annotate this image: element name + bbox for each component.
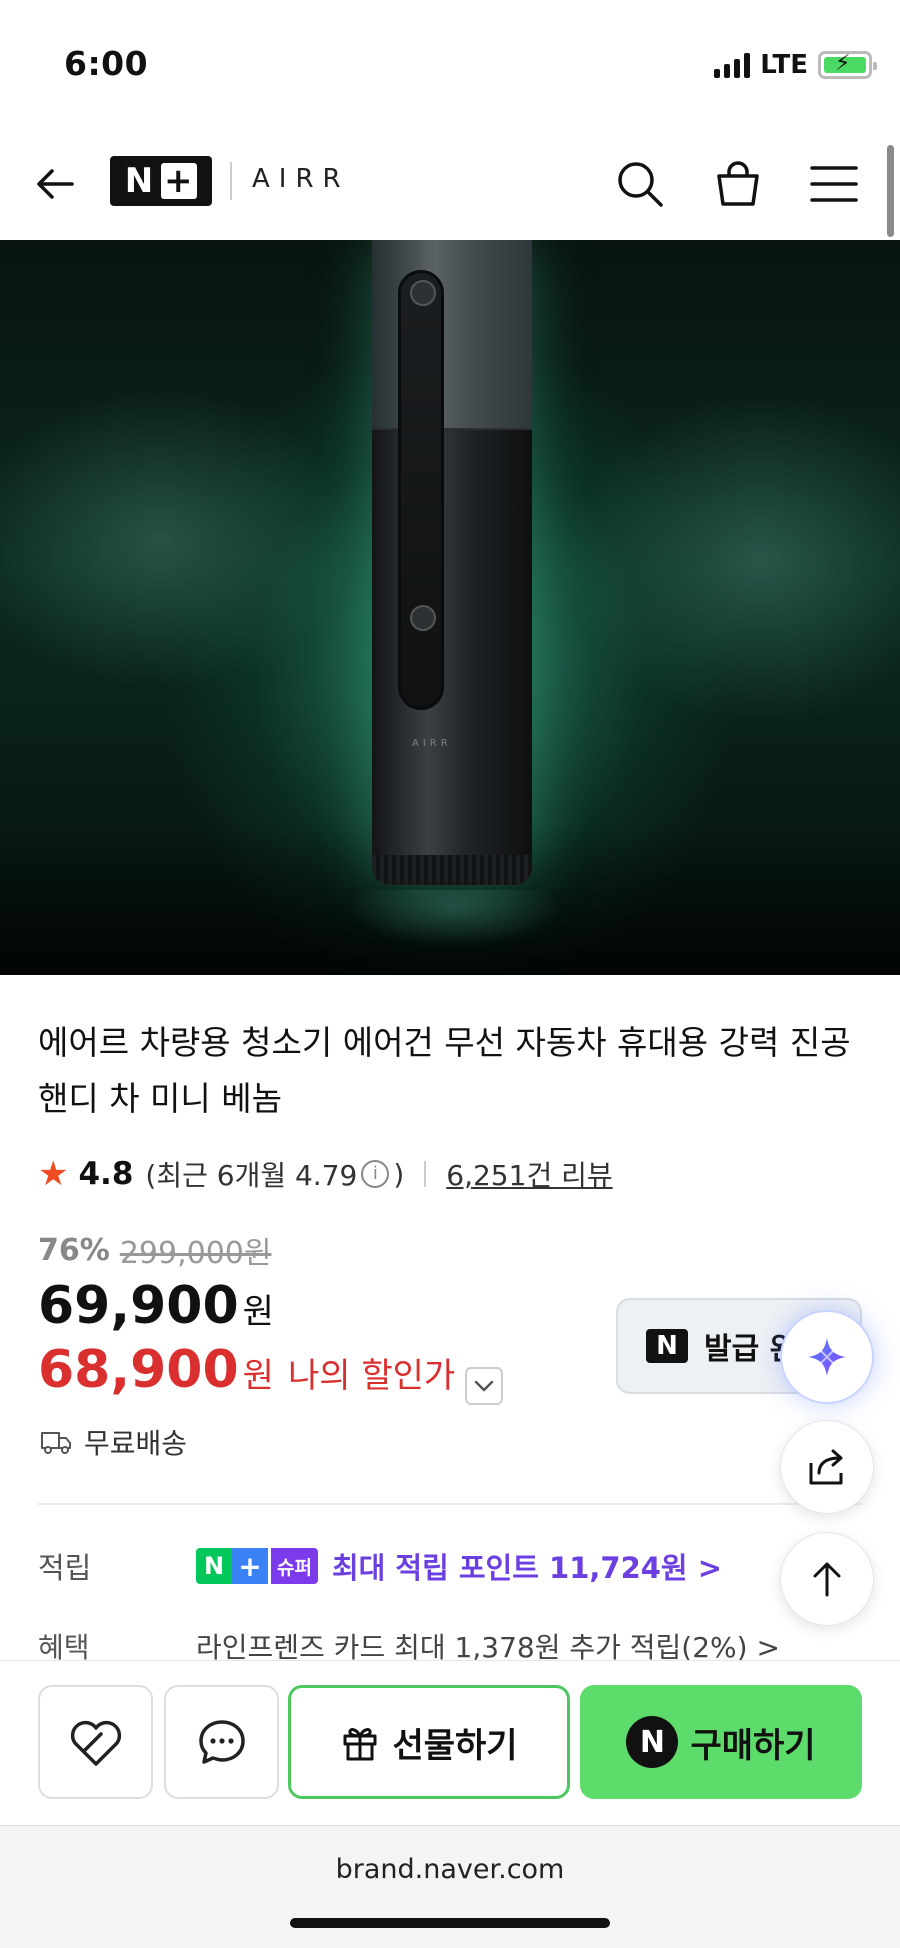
browser-url-bar[interactable]: brand.naver.com bbox=[0, 1825, 900, 1948]
share-icon bbox=[809, 1449, 843, 1485]
arrow-left-icon bbox=[37, 169, 74, 199]
my-discount-price-unit: 원 bbox=[242, 1356, 274, 1396]
top-nav: N+ N+ AIRR bbox=[0, 130, 900, 240]
discount-row: 76% 299,000원 bbox=[38, 1228, 271, 1272]
shopping-bag-icon bbox=[717, 161, 759, 206]
arrow-up-icon bbox=[813, 1562, 841, 1597]
naver-n-icon: N bbox=[646, 1329, 688, 1363]
max-points-link[interactable]: 최대 적립 포인트 11,724원 > bbox=[332, 1545, 722, 1587]
buy-button[interactable]: N 구매하기 bbox=[580, 1685, 862, 1799]
cart-button[interactable] bbox=[712, 158, 764, 210]
chat-bubble-icon bbox=[198, 1720, 245, 1764]
shipping-row: 무료배송 bbox=[40, 1422, 187, 1462]
product-photo: AIRR bbox=[372, 240, 532, 885]
cellular-signal-icon bbox=[714, 52, 751, 78]
shipping-text: 무료배송 bbox=[84, 1427, 188, 1460]
back-button[interactable] bbox=[32, 160, 80, 208]
buy-button-label: 구매하기 bbox=[690, 1725, 816, 1766]
my-discount-price: 68,900 bbox=[38, 1340, 239, 1400]
logo-divider bbox=[230, 162, 232, 200]
original-price: 299,000원 bbox=[119, 1236, 272, 1271]
info-icon[interactable]: i bbox=[361, 1160, 390, 1188]
naver-plus-logo[interactable]: N+ N+ bbox=[110, 156, 212, 206]
sale-price-unit: 원 bbox=[242, 1292, 274, 1332]
naver-plus-plus-badge: + bbox=[232, 1548, 268, 1584]
talk-chat-button[interactable] bbox=[164, 1685, 279, 1799]
bottom-action-bar: 선물하기 N 구매하기 bbox=[0, 1660, 900, 1825]
network-type: LTE bbox=[760, 50, 808, 80]
expand-price-button[interactable] bbox=[465, 1367, 504, 1405]
share-button[interactable] bbox=[780, 1420, 874, 1514]
gift-button[interactable]: 선물하기 bbox=[288, 1685, 570, 1799]
recent-rating-text: (최근 6개월 4.79 bbox=[145, 1159, 358, 1192]
discount-percent: 76% bbox=[38, 1232, 110, 1268]
status-indicators: LTE ⚡ bbox=[714, 50, 877, 80]
my-discount-price-row[interactable]: 68,900 원 나의 할인가 bbox=[38, 1340, 504, 1405]
ai-sparkle-icon bbox=[808, 1338, 846, 1376]
product-engraved-logo: AIRR bbox=[412, 738, 452, 749]
rating-row: ★ 4.8 (최근 6개월 4.79 i ) 6,251건 리뷰 bbox=[38, 1154, 613, 1194]
search-button[interactable] bbox=[614, 158, 666, 210]
naver-plus-n-badge: N bbox=[196, 1548, 232, 1584]
price-row: 69,900 원 bbox=[38, 1276, 274, 1336]
home-indicator[interactable] bbox=[290, 1918, 610, 1928]
gift-button-label: 선물하기 bbox=[392, 1725, 518, 1766]
rating-value: 4.8 bbox=[78, 1156, 134, 1192]
section-divider bbox=[38, 1503, 862, 1505]
status-bar: 6:00 LTE ⚡ bbox=[0, 0, 900, 130]
product-image-carousel[interactable]: AIRR 2 / 12 bbox=[0, 240, 900, 975]
scroll-indicator[interactable] bbox=[887, 145, 894, 237]
ai-assistant-button[interactable] bbox=[780, 1310, 874, 1404]
search-icon bbox=[618, 162, 663, 207]
battery-charging-icon: ⚡ bbox=[818, 51, 877, 79]
chevron-down-icon bbox=[474, 1380, 494, 1392]
benefit-label: 혜택 bbox=[38, 1631, 90, 1664]
like-button[interactable] bbox=[38, 1685, 153, 1799]
recent-rating-close: ) bbox=[393, 1157, 405, 1191]
hamburger-menu-icon bbox=[810, 166, 858, 202]
gift-icon bbox=[343, 1728, 377, 1761]
heart-icon bbox=[70, 1720, 121, 1766]
benefit-text[interactable]: 라인프렌즈 카드 최대 1,378원 추가 적립(2%) > bbox=[196, 1628, 780, 1664]
review-count-link[interactable]: 6,251건 리뷰 bbox=[446, 1154, 612, 1194]
rating-divider bbox=[424, 1161, 427, 1187]
menu-button[interactable] bbox=[808, 158, 860, 210]
brand-name[interactable]: AIRR bbox=[252, 164, 350, 194]
super-badge: 슈퍼 bbox=[271, 1548, 318, 1584]
scroll-to-top-button[interactable] bbox=[780, 1532, 874, 1626]
naver-pay-n-icon: N bbox=[626, 1716, 679, 1768]
points-row[interactable]: 적립 N + 슈퍼 최대 적립 포인트 11,724원 > bbox=[38, 1545, 858, 1587]
truck-icon bbox=[41, 1432, 71, 1454]
product-title: 에어르 차량용 청소기 에어건 무선 자동차 휴대용 강력 진공 핸디 차 미니… bbox=[38, 1023, 851, 1118]
sale-price: 69,900 bbox=[38, 1276, 239, 1336]
status-time: 6:00 bbox=[64, 44, 149, 83]
url-text[interactable]: brand.naver.com bbox=[0, 1854, 900, 1885]
points-label: 적립 bbox=[38, 1551, 92, 1585]
star-icon: ★ bbox=[38, 1154, 69, 1194]
my-discount-price-label: 나의 할인가 bbox=[287, 1356, 456, 1396]
benefit-row[interactable]: 혜택 라인프렌즈 카드 최대 1,378원 추가 적립(2%) > bbox=[38, 1628, 858, 1664]
